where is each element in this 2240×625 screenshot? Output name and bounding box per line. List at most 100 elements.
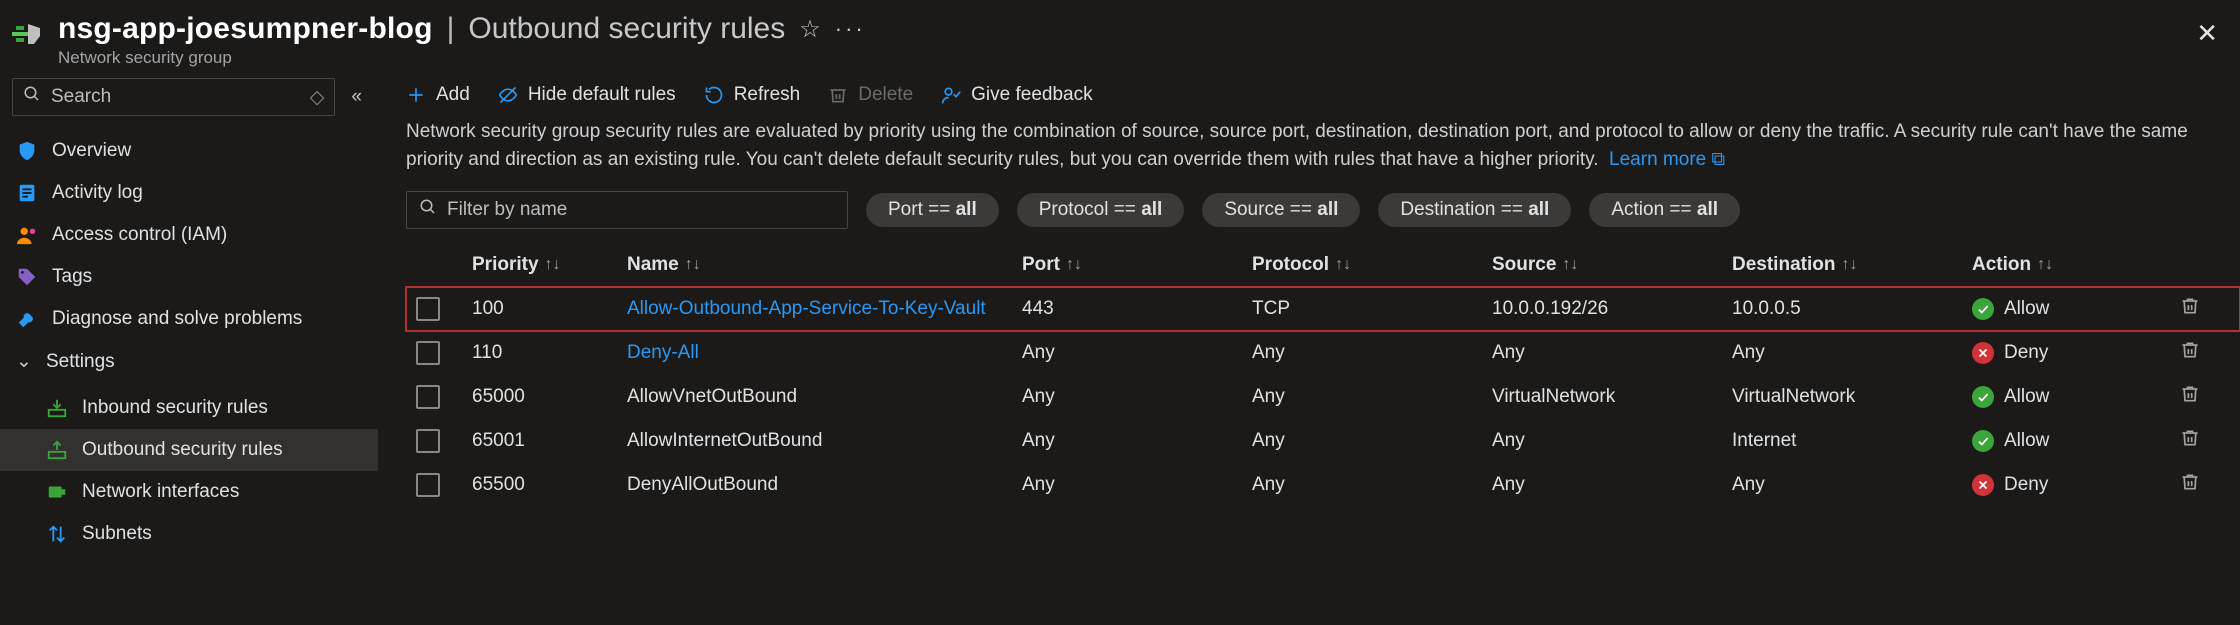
nic-icon xyxy=(46,481,68,503)
cell-protocol: Any xyxy=(1252,474,1492,496)
col-source[interactable]: Source↑↓ xyxy=(1492,254,1732,276)
page-title: Outbound security rules xyxy=(468,12,785,46)
delete-row-icon[interactable] xyxy=(2180,472,2240,498)
hide-label: Hide default rules xyxy=(528,84,676,106)
row-checkbox[interactable] xyxy=(416,385,440,409)
sort-icon: ↑↓ xyxy=(545,256,561,274)
cell-action: Allow xyxy=(1972,430,2180,452)
col-action[interactable]: Action↑↓ xyxy=(1972,254,2180,276)
col-protocol[interactable]: Protocol↑↓ xyxy=(1252,254,1492,276)
cell-source: Any xyxy=(1492,474,1732,496)
add-button[interactable]: Add xyxy=(406,84,470,106)
filter-name-input[interactable] xyxy=(447,199,835,221)
cell-protocol: Any xyxy=(1252,386,1492,408)
sidebar-search-input[interactable] xyxy=(51,86,300,108)
resource-name: nsg-app-joesumpner-blog xyxy=(58,12,433,46)
pill-value: all xyxy=(1697,199,1718,220)
rule-name: AllowVnetOutBound xyxy=(627,386,797,407)
sidebar-section-settings[interactable]: ⌄ Settings xyxy=(0,340,378,383)
table-row: 65000AllowVnetOutBoundAnyAnyVirtualNetwo… xyxy=(406,375,2240,419)
sort-icon: ↑↓ xyxy=(2037,256,2053,274)
sidebar-item-label: Overview xyxy=(52,140,131,162)
cell-priority: 65000 xyxy=(472,386,627,408)
filter-pill-source[interactable]: Source == all xyxy=(1202,193,1360,227)
search-icon xyxy=(23,85,41,109)
pill-label: Port == xyxy=(888,199,956,220)
pill-label: Source == xyxy=(1224,199,1317,220)
sidebar-item-access-control-iam-[interactable]: Access control (IAM) xyxy=(0,214,378,256)
collapse-sidebar-icon[interactable]: « xyxy=(345,86,368,108)
filter-pill-action[interactable]: Action == all xyxy=(1589,193,1740,227)
row-checkbox[interactable] xyxy=(416,297,440,321)
refresh-button[interactable]: Refresh xyxy=(704,84,801,106)
sort-icon: ↑↓ xyxy=(1841,256,1857,274)
col-destination[interactable]: Destination↑↓ xyxy=(1732,254,1972,276)
hide-default-rules-button[interactable]: Hide default rules xyxy=(498,84,676,106)
sidebar-item-network-interfaces[interactable]: Network interfaces xyxy=(0,471,378,513)
allow-icon xyxy=(1972,386,1994,408)
feedback-button[interactable]: Give feedback xyxy=(941,84,1092,106)
sidebar-item-activity-log[interactable]: Activity log xyxy=(0,172,378,214)
row-checkbox[interactable] xyxy=(416,341,440,365)
sidebar-item-label: Network interfaces xyxy=(82,481,239,503)
row-checkbox[interactable] xyxy=(416,429,440,453)
close-icon[interactable]: ✕ xyxy=(2196,18,2218,49)
rule-name-link[interactable]: Deny-All xyxy=(627,342,699,363)
filter-name-box[interactable] xyxy=(406,191,848,229)
sort-icon: ↑↓ xyxy=(1562,256,1578,274)
sidebar-item-outbound-security-rules[interactable]: Outbound security rules xyxy=(0,429,378,471)
cell-port: Any xyxy=(1022,474,1252,496)
delete-row-icon[interactable] xyxy=(2180,296,2240,322)
search-scope-icon[interactable]: ◇ xyxy=(310,86,325,109)
blade-header: nsg-app-joesumpner-blog | Outbound secur… xyxy=(0,0,2240,74)
log-icon xyxy=(16,182,38,204)
cell-priority: 100 xyxy=(472,298,627,320)
cell-source: 10.0.0.192/26 xyxy=(1492,298,1732,320)
delete-row-icon[interactable] xyxy=(2180,428,2240,454)
learn-more-link[interactable]: Learn more ⧉ xyxy=(1609,149,1725,170)
toolbar: Add Hide default rules Refresh Delete Gi… xyxy=(406,74,2240,118)
sidebar-item-tags[interactable]: Tags xyxy=(0,256,378,298)
more-icon[interactable]: ··· xyxy=(835,16,866,42)
filter-pill-port[interactable]: Port == all xyxy=(866,193,999,227)
table-row: 110Deny-AllAnyAnyAnyAnyDeny xyxy=(406,331,2240,375)
deny-icon xyxy=(1972,474,1994,496)
sidebar-item-label: Subnets xyxy=(82,523,152,545)
delete-row-icon[interactable] xyxy=(2180,384,2240,410)
pill-label: Action == xyxy=(1611,199,1697,220)
col-port[interactable]: Port↑↓ xyxy=(1022,254,1252,276)
sidebar-item-overview[interactable]: Overview xyxy=(0,130,378,172)
filter-pill-protocol[interactable]: Protocol == all xyxy=(1017,193,1185,227)
favorite-star-icon[interactable]: ☆ xyxy=(799,15,821,44)
rule-name: AllowInternetOutBound xyxy=(627,430,822,451)
refresh-label: Refresh xyxy=(734,84,801,106)
sort-icon: ↑↓ xyxy=(685,256,701,274)
rule-name-link[interactable]: Allow-Outbound-App-Service-To-Key-Vault xyxy=(627,298,986,319)
nsg-icon xyxy=(12,18,44,50)
filter-pill-destination[interactable]: Destination == all xyxy=(1378,193,1571,227)
cell-port: Any xyxy=(1022,430,1252,452)
wrench-icon xyxy=(16,308,38,330)
cell-port: Any xyxy=(1022,386,1252,408)
cell-destination: Internet xyxy=(1732,430,1972,452)
description-text: Network security group security rules ar… xyxy=(406,121,2188,170)
tag-icon xyxy=(16,266,38,288)
col-priority[interactable]: Priority↑↓ xyxy=(472,254,627,276)
feedback-label: Give feedback xyxy=(971,84,1092,106)
people-icon xyxy=(16,224,38,246)
sidebar-item-label: Diagnose and solve problems xyxy=(52,308,302,330)
sidebar-item-inbound-security-rules[interactable]: Inbound security rules xyxy=(0,387,378,429)
external-link-icon: ⧉ xyxy=(1712,149,1726,170)
sidebar-item-label: Inbound security rules xyxy=(82,397,268,419)
col-name[interactable]: Name↑↓ xyxy=(627,254,1022,276)
delete-row-icon[interactable] xyxy=(2180,340,2240,366)
allow-icon xyxy=(1972,430,1994,452)
sidebar-item-diagnose-and-solve-problems[interactable]: Diagnose and solve problems xyxy=(0,298,378,340)
delete-label: Delete xyxy=(858,84,913,106)
row-checkbox[interactable] xyxy=(416,473,440,497)
sidebar-search[interactable]: ◇ xyxy=(12,78,335,116)
sidebar-item-subnets[interactable]: Subnets xyxy=(0,513,378,555)
sidebar-item-label: Access control (IAM) xyxy=(52,224,227,246)
add-label: Add xyxy=(436,84,470,106)
description: Network security group security rules ar… xyxy=(406,118,2240,173)
